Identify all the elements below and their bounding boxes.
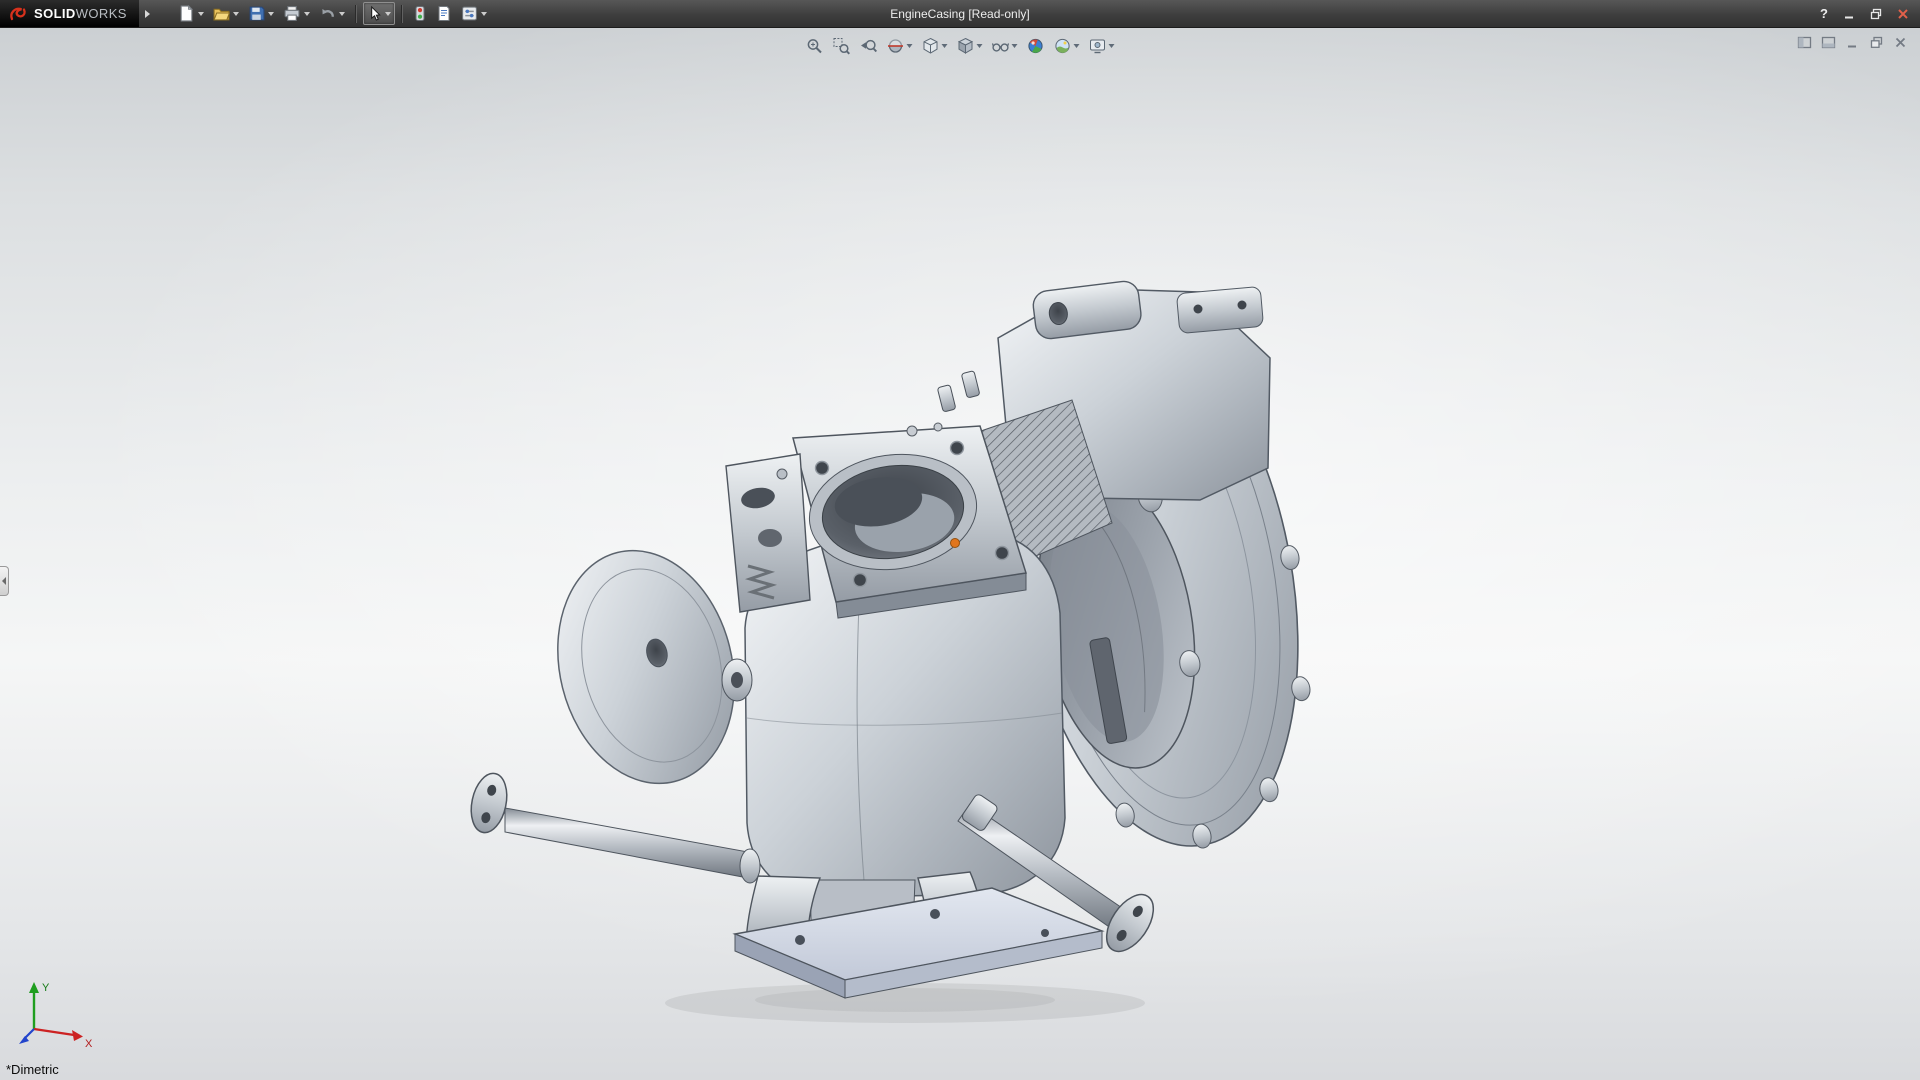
help-button[interactable]: ? [1817,6,1831,21]
dropdown-caret-icon[interactable] [941,44,948,48]
titlebar: SOLIDWORKS EngineCasing [Read-only] ? [0,0,1920,28]
select-tool-button[interactable] [362,2,395,25]
view-settings-button[interactable] [1087,36,1117,56]
model-mount-bracket[interactable] [725,453,811,613]
doc-restore-icon [1870,36,1883,48]
model-flywheel-disc[interactable] [534,532,758,803]
reference-triad[interactable]: Y X [16,977,100,1056]
dropdown-caret-icon[interactable] [267,11,274,16]
display-style-icon [957,37,974,54]
dropdown-caret-icon[interactable] [197,11,204,16]
toolbar-separator [354,4,357,23]
doc-close-button[interactable] [1893,35,1908,50]
toolbar-separator [400,4,403,23]
zoom-to-fit-button[interactable] [804,36,826,56]
x-axis-arrow-icon [72,1030,83,1041]
x-axis [33,1027,75,1037]
zoom-to-area-icon [833,38,851,55]
file-properties-icon [438,6,450,21]
solidworks-window: SOLIDWORKS EngineCasing [Read-only] ? Y … [0,0,1920,1080]
section-view-button[interactable] [885,36,915,56]
graphics-viewport[interactable]: Y X *Dimetric [0,28,1920,1080]
dropdown-caret-icon[interactable] [976,44,983,48]
view-orientation-label: *Dimetric [6,1062,59,1077]
dropdown-caret-icon[interactable] [303,11,310,16]
previous-view-button[interactable] [858,36,880,56]
save-button[interactable] [244,2,278,25]
new-document-button[interactable] [174,2,208,25]
options-button[interactable] [457,2,491,25]
close-button[interactable] [1894,5,1912,23]
apply-scene-icon [1055,38,1070,54]
open-button[interactable] [209,2,243,25]
previous-view-icon [861,39,878,53]
y-axis-arrow-icon [29,982,39,993]
doc-restore-button[interactable] [1869,35,1884,50]
dropdown-caret-icon[interactable] [1108,44,1115,48]
pane-bottom-icon [1821,36,1836,49]
section-view-icon [888,39,903,53]
dropdown-caret-icon[interactable] [1011,44,1018,48]
zoom-to-fit-icon [807,39,822,54]
document-title: EngineCasing [Read-only] [890,6,1030,21]
minimize-icon [1845,16,1853,18]
panel-collapse-tab[interactable] [0,566,9,596]
undo-button[interactable] [315,2,349,25]
dropdown-caret-icon[interactable] [480,11,487,16]
view-settings-icon [1090,39,1105,54]
minimize-button[interactable] [1840,5,1858,23]
rebuild-button[interactable] [409,2,431,25]
doc-minimize-icon [1848,45,1856,48]
select-cursor-icon [371,5,381,21]
restore-icon [1870,8,1882,19]
rebuild-traffic-light-icon [415,6,425,21]
view-orientation-button[interactable] [920,36,950,56]
y-axis-label: Y [42,982,50,994]
pane-bottom-button[interactable] [1821,35,1836,50]
save-icon [249,6,265,21]
pane-left-icon [1797,36,1812,49]
heads-up-view-toolbar [804,36,1117,56]
apply-scene-button[interactable] [1052,36,1082,56]
display-style-button[interactable] [955,36,985,56]
dropdown-caret-icon[interactable] [906,44,913,48]
close-icon [1898,8,1908,19]
window-controls: ? [1817,0,1912,27]
open-folder-icon [213,8,230,21]
dropdown-caret-icon[interactable] [1073,44,1080,48]
model-canvas[interactable] [0,28,1920,1080]
hide-show-items-button[interactable] [990,36,1020,56]
dropdown-caret-icon[interactable] [232,11,239,16]
edit-appearance-button[interactable] [1025,36,1047,56]
maximize-restore-button[interactable] [1867,5,1885,23]
hide-show-items-icon [991,43,1010,52]
ds-logo-icon [10,7,26,20]
options-icon [461,6,477,21]
view-orientation-cube-icon [923,37,938,54]
doc-minimize-button[interactable] [1845,35,1860,50]
new-document-icon [180,5,193,22]
print-button[interactable] [279,2,314,25]
model-selected-vertex[interactable] [950,538,960,548]
document-window-controls [1797,35,1908,50]
dropdown-caret-icon[interactable] [384,11,391,16]
main-toolbar [150,2,491,25]
dropdown-caret-icon[interactable] [338,11,345,16]
doc-close-icon [1895,37,1906,48]
model-left-mount-rod[interactable] [466,770,761,884]
print-icon [284,6,300,21]
app-logo: SOLIDWORKS [0,0,139,27]
z-axis-arrow-icon [19,1036,29,1044]
pane-left-button[interactable] [1797,35,1812,50]
app-name: SOLIDWORKS [34,6,127,21]
zoom-to-area-button[interactable] [831,36,853,56]
undo-icon [322,9,334,17]
x-axis-label: X [85,1038,93,1050]
edit-appearance-icon [1028,38,1043,54]
file-properties-button[interactable] [432,2,456,25]
